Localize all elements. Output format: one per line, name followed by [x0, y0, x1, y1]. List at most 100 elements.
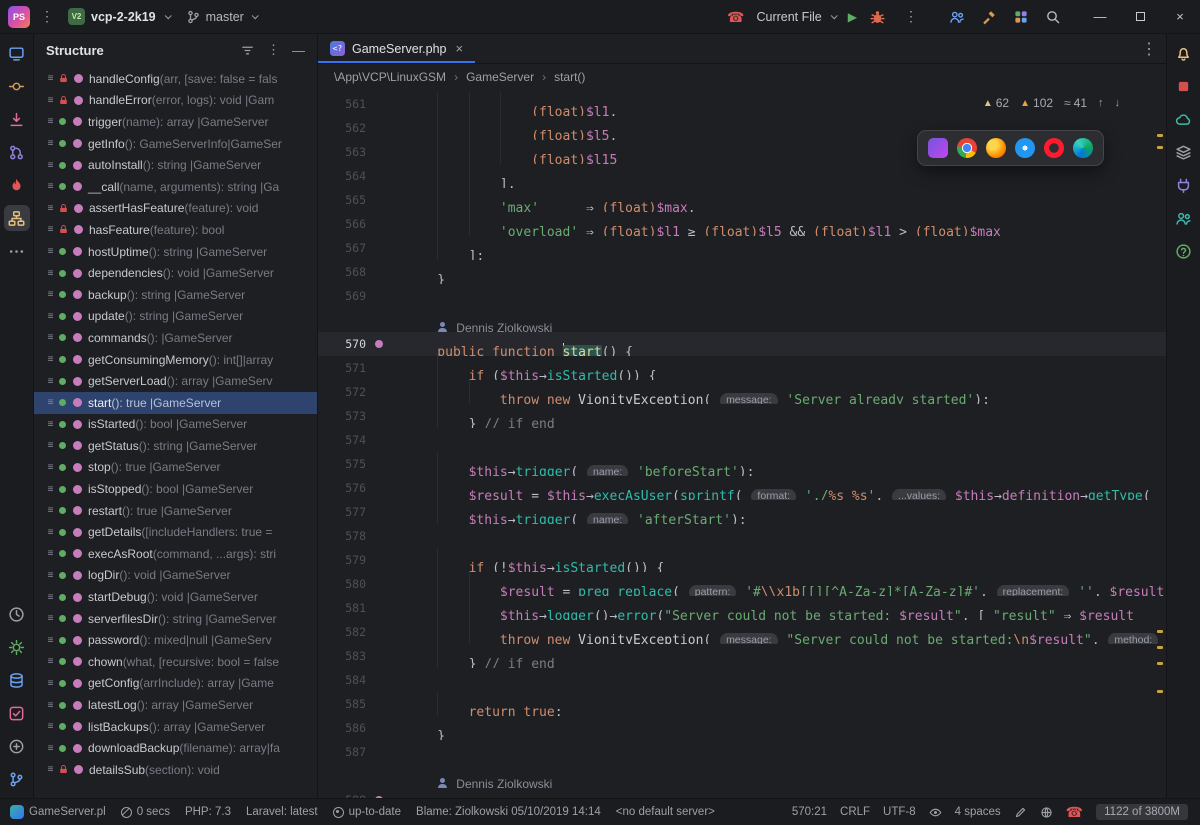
tab-options-icon[interactable]: ⋮	[1132, 34, 1166, 63]
code-line[interactable]: ],	[398, 164, 1166, 188]
code-line[interactable]: $this→trigger( name: 'beforeStart');	[398, 452, 1166, 476]
phone-icon[interactable]: ☎	[727, 10, 744, 24]
help-icon[interactable]	[1171, 238, 1197, 264]
phpstorm-browser-icon[interactable]	[928, 138, 948, 158]
reader-mode-icon[interactable]	[929, 806, 942, 819]
safari-browser-icon[interactable]	[1015, 138, 1035, 158]
code-line[interactable]: 'max' ⇒ (float)$max,	[398, 188, 1166, 212]
more-icon[interactable]	[4, 238, 30, 264]
line-number[interactable]: 582	[318, 620, 368, 644]
author-annotation[interactable]: Dennis Ziolkowski	[398, 308, 1166, 332]
code-line[interactable]: return true;	[398, 692, 1166, 716]
structure-item-assertHasFeature[interactable]: ≡assertHasFeature(feature): void	[34, 198, 317, 220]
warning-stripe-mark[interactable]	[1157, 690, 1163, 693]
code-line[interactable]	[398, 524, 1166, 548]
structure-item-__call[interactable]: ≡__call(name, arguments): string |Ga	[34, 176, 317, 198]
code-line[interactable]: 'overload' ⇒ (float)$l1 ≥ (float)$l5 && …	[398, 212, 1166, 236]
line-number[interactable]: 569	[318, 284, 368, 308]
code-line[interactable]: if (!$this→isStarted()) {	[398, 548, 1166, 572]
code-line[interactable]	[398, 428, 1166, 452]
structure-item-hostUptime[interactable]: ≡hostUptime(): string |GameServer	[34, 241, 317, 263]
inspections-widget[interactable]: ▲62 ▲102 ≈41 ↑ ↓	[983, 96, 1120, 110]
php-version-widget[interactable]: PHP: 7.3	[185, 806, 231, 818]
database-icon[interactable]	[4, 667, 30, 693]
breadcrumb-item[interactable]: GameServer	[466, 70, 534, 84]
sync-widget[interactable]: up-to-date	[333, 806, 401, 818]
next-problem-icon[interactable]: ↓	[1115, 97, 1121, 109]
line-number[interactable]: 584	[318, 668, 368, 692]
method-marker-icon[interactable]	[375, 340, 383, 348]
indent-widget[interactable]: 4 spaces	[955, 806, 1001, 818]
main-menu-icon[interactable]: ⋮	[34, 4, 60, 30]
notifications-icon[interactable]	[1171, 40, 1197, 66]
memory-indicator[interactable]: 1122 of 3800M	[1096, 804, 1188, 820]
structure-item-chown[interactable]: ≡chown(what, [recursive: bool = false	[34, 651, 317, 673]
line-number[interactable]: 581	[318, 596, 368, 620]
structure-item-isStarted[interactable]: ≡isStarted(): bool |GameServer	[34, 414, 317, 436]
structure-item-latestLog[interactable]: ≡latestLog(): array |GameServer	[34, 694, 317, 716]
structure-item-getInfo[interactable]: ≡getInfo(): GameServerInfo|GameSer	[34, 133, 317, 155]
structure-item-restart[interactable]: ≡restart(): true |GameServer	[34, 500, 317, 522]
line-number[interactable]: 567	[318, 236, 368, 260]
code-line[interactable]: $result = $this→execAsUser(sprintf( form…	[398, 476, 1166, 500]
line-number[interactable]: 580	[318, 572, 368, 596]
project-widget[interactable]: V2 vcp-2-2k19	[60, 5, 178, 28]
line-number[interactable]: 568	[318, 260, 368, 284]
code-line[interactable]: throw new VionityException( message: 'Se…	[398, 380, 1166, 404]
warning-stripe-mark[interactable]	[1157, 646, 1163, 649]
firefox-browser-icon[interactable]	[986, 138, 1006, 158]
structure-item-getServerLoad[interactable]: ≡getServerLoad(): array |GameServ	[34, 370, 317, 392]
edge-browser-icon[interactable]	[1073, 138, 1093, 158]
plugin-icon[interactable]	[1171, 172, 1197, 198]
view-options-icon[interactable]	[240, 43, 255, 58]
line-number[interactable]: 571	[318, 356, 368, 380]
tab-gameserver-php[interactable]: <? GameServer.php ×	[318, 34, 475, 63]
author-annotation[interactable]: Dennis Ziolkowski	[398, 764, 1166, 788]
line-number[interactable]: 572	[318, 380, 368, 404]
remote-icon[interactable]	[4, 40, 30, 66]
close-tab-icon[interactable]: ×	[456, 41, 464, 56]
warning-stripe-mark[interactable]	[1157, 146, 1163, 149]
breadcrumb-item[interactable]: start()	[554, 70, 585, 84]
server-widget[interactable]: <no default server>	[616, 806, 715, 818]
editor[interactable]: 561(float)$l1,562(float)$l5,563(float)$l…	[318, 90, 1166, 798]
code-line[interactable]: } // if end	[398, 404, 1166, 428]
line-number[interactable]: 573	[318, 404, 368, 428]
line-number[interactable]	[318, 308, 368, 332]
code-line[interactable]: ];	[398, 236, 1166, 260]
code-line[interactable]: }	[398, 716, 1166, 740]
search-everywhere-icon[interactable]	[1040, 4, 1066, 30]
warning-stripe-mark[interactable]	[1157, 662, 1163, 665]
line-number[interactable]: 563	[318, 140, 368, 164]
structure-item-serverfilesDir[interactable]: ≡serverfilesDir(): string |GameServer	[34, 608, 317, 630]
line-number[interactable]: 564	[318, 164, 368, 188]
debug-button[interactable]	[869, 8, 886, 25]
line-number[interactable]: 576	[318, 476, 368, 500]
line-ending-widget[interactable]: CRLF	[840, 806, 870, 818]
structure-item-backup[interactable]: ≡backup(): string |GameServer	[34, 284, 317, 306]
line-number[interactable]: 575	[318, 452, 368, 476]
line-number[interactable]	[318, 764, 368, 788]
structure-item-detailsSub[interactable]: ≡detailsSub(section): void	[34, 759, 317, 781]
code-line[interactable]: public function isStarted() {	[398, 788, 1166, 798]
laravel-widget[interactable]: Laravel: latest	[246, 806, 318, 818]
line-number[interactable]: 579	[318, 548, 368, 572]
git-icon[interactable]	[4, 733, 30, 759]
previous-problem-icon[interactable]: ↑	[1098, 97, 1104, 109]
line-number[interactable]: 587	[318, 740, 368, 764]
caret-position-widget[interactable]: 570:21	[792, 806, 827, 818]
phpstorm-logo[interactable]: PS	[8, 6, 30, 28]
structure-item-isStopped[interactable]: ≡isStopped(): bool |GameServer	[34, 478, 317, 500]
structure-item-startDebug[interactable]: ≡startDebug(): void |GameServer	[34, 586, 317, 608]
line-number[interactable]: 583	[318, 644, 368, 668]
build-icon[interactable]	[976, 4, 1002, 30]
structure-item-getConfig[interactable]: ≡getConfig(arrInclude): array |Game	[34, 673, 317, 695]
structure-item-update[interactable]: ≡update(): string |GameServer	[34, 306, 317, 328]
code-line[interactable]: $result = preg_replace( pattern: '#\\x1b…	[398, 572, 1166, 596]
structure-item-getStatus[interactable]: ≡getStatus(): string |GameServer	[34, 435, 317, 457]
more-run-options-icon[interactable]: ⋮	[898, 4, 924, 30]
stop-icon[interactable]	[1171, 73, 1197, 99]
line-number[interactable]: 561	[318, 92, 368, 116]
elapsed-widget[interactable]: 0 secs	[121, 806, 170, 818]
run-widget[interactable]: GameServer.pl	[10, 805, 106, 819]
